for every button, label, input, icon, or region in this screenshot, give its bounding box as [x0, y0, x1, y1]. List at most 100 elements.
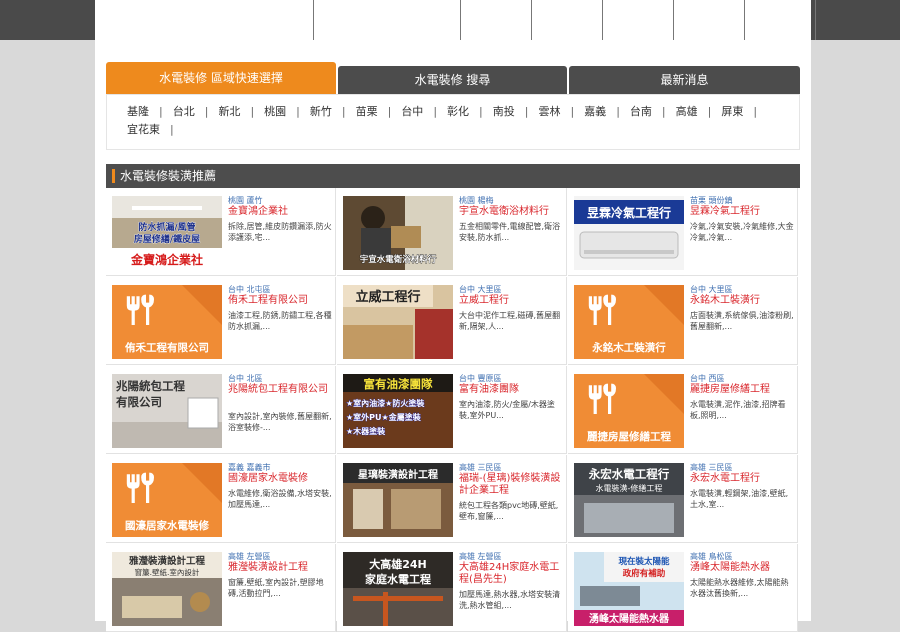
listing-thumbnail[interactable]: 侑禾工程有限公司 — [112, 285, 222, 359]
listing-card[interactable]: 麗捷房屋修繕工程 台中 西區 麗捷房屋修繕工程 水電裝潢,泥作,油漆,招牌看板,… — [568, 366, 798, 454]
region-link[interactable]: 南投 | — [493, 103, 529, 121]
listing-name[interactable]: 永宏水電工程行 — [690, 473, 794, 485]
listing-name[interactable]: 兆陽統包工程有限公司 — [228, 384, 332, 396]
listing-name[interactable]: 大高雄24H家庭水電工程(昌先生) — [459, 562, 563, 586]
listing-thumbnail[interactable]: 現在裝太陽能 政府有補助 湧峰太陽能熱水器 — [574, 552, 684, 626]
region-link[interactable]: 新竹 | — [310, 103, 346, 121]
listing-card[interactable]: 富有油漆團隊 ★室內油漆★防火塗裝 ★室外PU★金屬塗裝 ★木器塗裝 台中 豐原… — [337, 366, 567, 454]
svg-text:湧峰太陽能熱水器: 湧峰太陽能熱水器 — [589, 612, 670, 625]
nav-news[interactable]: 最新消息 — [530, 0, 602, 40]
svg-text:有限公司: 有限公司 — [116, 395, 162, 409]
listing-thumbnail[interactable]: 永銘木工裝潢行 — [574, 285, 684, 359]
listing-card[interactable]: 雅瀅裝潢設計工程 窗簾.壁紙.室內設計 高雄 左營區 雅瀅裝潢設計工程 窗簾,壁… — [106, 544, 336, 632]
listing-card[interactable]: 星璃裝潢設計工程 高雄 三民區 福瑞-(星璃)裝修裝潢設計企業工程 統包工程各類… — [337, 455, 567, 543]
listing-thumbnail[interactable]: 富有油漆團隊 ★室內油漆★防火塗裝 ★室外PU★金屬塗裝 ★木器塗裝 — [343, 374, 453, 448]
listing-thumbnail[interactable]: 昱霖冷氣工程行 — [574, 196, 684, 270]
listing-name[interactable]: 永銘木工裝潢行 — [690, 295, 794, 307]
svg-text:水電裝潢-修繕工程: 水電裝潢-修繕工程 — [596, 483, 663, 493]
svg-text:大高雄24H: 大高雄24H — [369, 557, 427, 571]
listing-name[interactable]: 國濠居家水電裝修 — [228, 473, 332, 485]
region-link[interactable]: 台中 | — [401, 103, 437, 121]
listing-card[interactable]: 宇宣水電衛浴材料行 桃園 楊梅 宇宣水電衛浴材料行 五金相關零件,電線配管,衛浴… — [337, 188, 567, 276]
region-link[interactable]: 高雄 | — [676, 103, 712, 121]
listing-name[interactable]: 富有油漆團隊 — [459, 384, 563, 396]
listing-description: 室內油漆,防火/金屬/木器塗裝,室外PU... — [459, 400, 555, 420]
listing-card[interactable]: 永銘木工裝潢行 台中 大里區 永銘木工裝潢行 店面裝潢,系統傢俱,油漆粉刷,舊屋… — [568, 277, 798, 365]
listing-thumbnail-image: 立威工程行 — [343, 285, 453, 359]
listing-name[interactable]: 昱霖冷氣工程行 — [690, 206, 794, 218]
listing-thumbnail[interactable]: 防水抓漏/風管 房屋修繕/鐵皮屋 金寶鴻企業社 — [112, 196, 222, 270]
listing-thumbnail[interactable]: 宇宣水電衛浴材料行 — [343, 196, 453, 270]
listing-card[interactable]: 防水抓漏/風管 房屋修繕/鐵皮屋 金寶鴻企業社 桃園 蘆竹 金寶鴻企業社 拆除,… — [106, 188, 336, 276]
listing-location: 高雄 三民區 — [690, 463, 733, 472]
listing-location: 高雄 三民區 — [459, 463, 502, 472]
region-link[interactable]: 宜花東 | — [127, 121, 174, 139]
listing-thumbnail[interactable]: 永宏水電工程行 水電裝潢-修繕工程 — [574, 463, 684, 537]
listing-name[interactable]: 麗捷房屋修繕工程 — [690, 384, 794, 396]
listing-name[interactable]: 雅瀅裝潢設計工程 — [228, 562, 332, 574]
region-label: 新竹 — [309, 105, 332, 118]
listing-card[interactable]: 侑禾工程有限公司 台中 北屯區 侑禾工程有限公司 油漆工程,防銹,防鏽工程,各種… — [106, 277, 336, 365]
listing-description: 水電維修,衛浴設備,水塔安裝,加壓馬達,... — [228, 489, 332, 509]
listing-location: 高雄 鳥松區 — [690, 552, 733, 561]
svg-text:★室外PU★金屬塗裝: ★室外PU★金屬塗裝 — [346, 412, 422, 422]
listing-card[interactable]: 昱霖冷氣工程行 苗栗 頭份鎮 昱霖冷氣工程行 冷氣,冷氣安裝,冷氣維修,大金冷氣… — [568, 188, 798, 276]
site-logo[interactable]: 匠師傳水電裝修網 — [114, 6, 260, 34]
listing-thumbnail[interactable]: 大高雄24H 家庭水電工程 — [343, 552, 453, 626]
listing-location: 台中 大里區 — [690, 285, 733, 294]
region-link[interactable]: 屏東 | — [721, 103, 757, 121]
listing-thumbnail[interactable]: 雅瀅裝潢設計工程 窗簾.壁紙.室內設計 — [112, 552, 222, 626]
region-link[interactable]: 新北 | — [218, 103, 254, 121]
listing-card[interactable]: 國濠居家水電裝修 嘉義 嘉義市 國濠居家水電裝修 水電維修,衛浴設備,水塔安裝,… — [106, 455, 336, 543]
logo-text: 匠師傳水電裝修網 — [140, 11, 261, 30]
nav-faq[interactable]: 常見問題 — [601, 0, 673, 40]
region-separator: | — [524, 105, 529, 118]
section-header: 水電裝修裝潢推薦 — [106, 164, 800, 188]
tab-region-select[interactable]: 水電裝修 區域快速選擇 — [106, 62, 336, 94]
listing-thumbnail[interactable]: 立威工程行 — [343, 285, 453, 359]
region-link[interactable]: 基隆 | — [127, 103, 163, 121]
listing-description: 加壓馬達,熱水器,水塔安裝清洗,熱水管組,... — [459, 590, 561, 610]
nav-info-share[interactable]: 資訊分享 — [459, 0, 531, 40]
listing-card[interactable]: 大高雄24H 家庭水電工程 高雄 左營區 大高雄24H家庭水電工程(昌先生) 加… — [337, 544, 567, 632]
region-link[interactable]: 嘉義 | — [584, 103, 620, 121]
listing-thumbnail[interactable]: 星璃裝潢設計工程 — [343, 463, 453, 537]
region-link[interactable]: 台南 | — [630, 103, 666, 121]
listing-name[interactable]: 金寶鴻企業社 — [228, 206, 332, 218]
listing-name[interactable]: 立威工程行 — [459, 295, 563, 307]
listing-location: 高雄 左營區 — [459, 552, 502, 561]
listing-thumbnail[interactable]: 國濠居家水電裝修 — [112, 463, 222, 537]
listing-name[interactable]: 湧峰太陽能熱水器 — [690, 562, 794, 574]
region-label: 台北 — [172, 105, 195, 118]
svg-text:昱霖冷氣工程行: 昱霖冷氣工程行 — [587, 205, 671, 220]
listing-description: 太陽能熱水器維修,太陽能熱水器汰舊換新,... — [690, 578, 789, 598]
region-label: 台中 — [401, 105, 424, 118]
listing-name[interactable]: 侑禾工程有限公司 — [228, 295, 332, 307]
tab-latest-news[interactable]: 最新消息 — [569, 66, 800, 94]
tab-search[interactable]: 水電裝修 搜尋 — [338, 66, 567, 94]
nav-about[interactable]: 匠師傳水電裝修網 簡介 — [313, 0, 460, 40]
region-label: 南投 — [492, 105, 515, 118]
region-link[interactable]: 彰化 | — [447, 103, 483, 121]
listing-thumbnail[interactable]: 麗捷房屋修繕工程 — [574, 374, 684, 448]
listing-location: 台中 大里區 — [459, 285, 502, 294]
listing-thumbnail[interactable]: 兆陽統包工程 有限公司 — [112, 374, 222, 448]
region-link[interactable]: 台北 | — [173, 103, 209, 121]
listing-card[interactable]: 現在裝太陽能 政府有補助 湧峰太陽能熱水器 高雄 鳥松區 湧峰太陽能熱水器 太陽… — [568, 544, 798, 632]
region-link[interactable]: 雲林 | — [538, 103, 574, 121]
listing-description: 冷氣,冷氣安裝,冷氣維修,大金冷氣,冷氣... — [690, 222, 794, 242]
listing-card[interactable]: 永宏水電工程行 水電裝潢-修繕工程 高雄 三民區 永宏水電工程行 水電裝潢,輕鋼… — [568, 455, 798, 543]
listing-card[interactable]: 兆陽統包工程 有限公司 台中 北區 兆陽統包工程有限公司 室內設計,室內裝修,舊… — [106, 366, 336, 454]
nav-contact[interactable]: 聯絡我們 — [672, 0, 744, 40]
region-separator: | — [204, 105, 209, 118]
region-label: 彰化 — [447, 105, 470, 118]
region-separator: | — [433, 105, 438, 118]
listing-name[interactable]: 宇宣水電衛浴材料行 — [459, 206, 563, 218]
region-link[interactable]: 桃園 | — [264, 103, 300, 121]
nav-sitemap[interactable]: 網站導覽 — [743, 0, 816, 40]
listing-card[interactable]: 立威工程行 台中 大里區 立威工程行 大台中泥作工程,磁磚,舊屋翻新,隔架,人.… — [337, 277, 567, 365]
listing-name[interactable]: 福瑞-(星璃)裝修裝潢設計企業工程 — [459, 473, 563, 497]
region-link[interactable]: 苗栗 | — [356, 103, 392, 121]
listing-thumbnail-image: 富有油漆團隊 ★室內油漆★防火塗裝 ★室外PU★金屬塗裝 ★木器塗裝 — [343, 374, 453, 448]
listing-description: 水電裝潢,輕鋼架,油漆,壁紙,土水,室... — [690, 489, 789, 509]
